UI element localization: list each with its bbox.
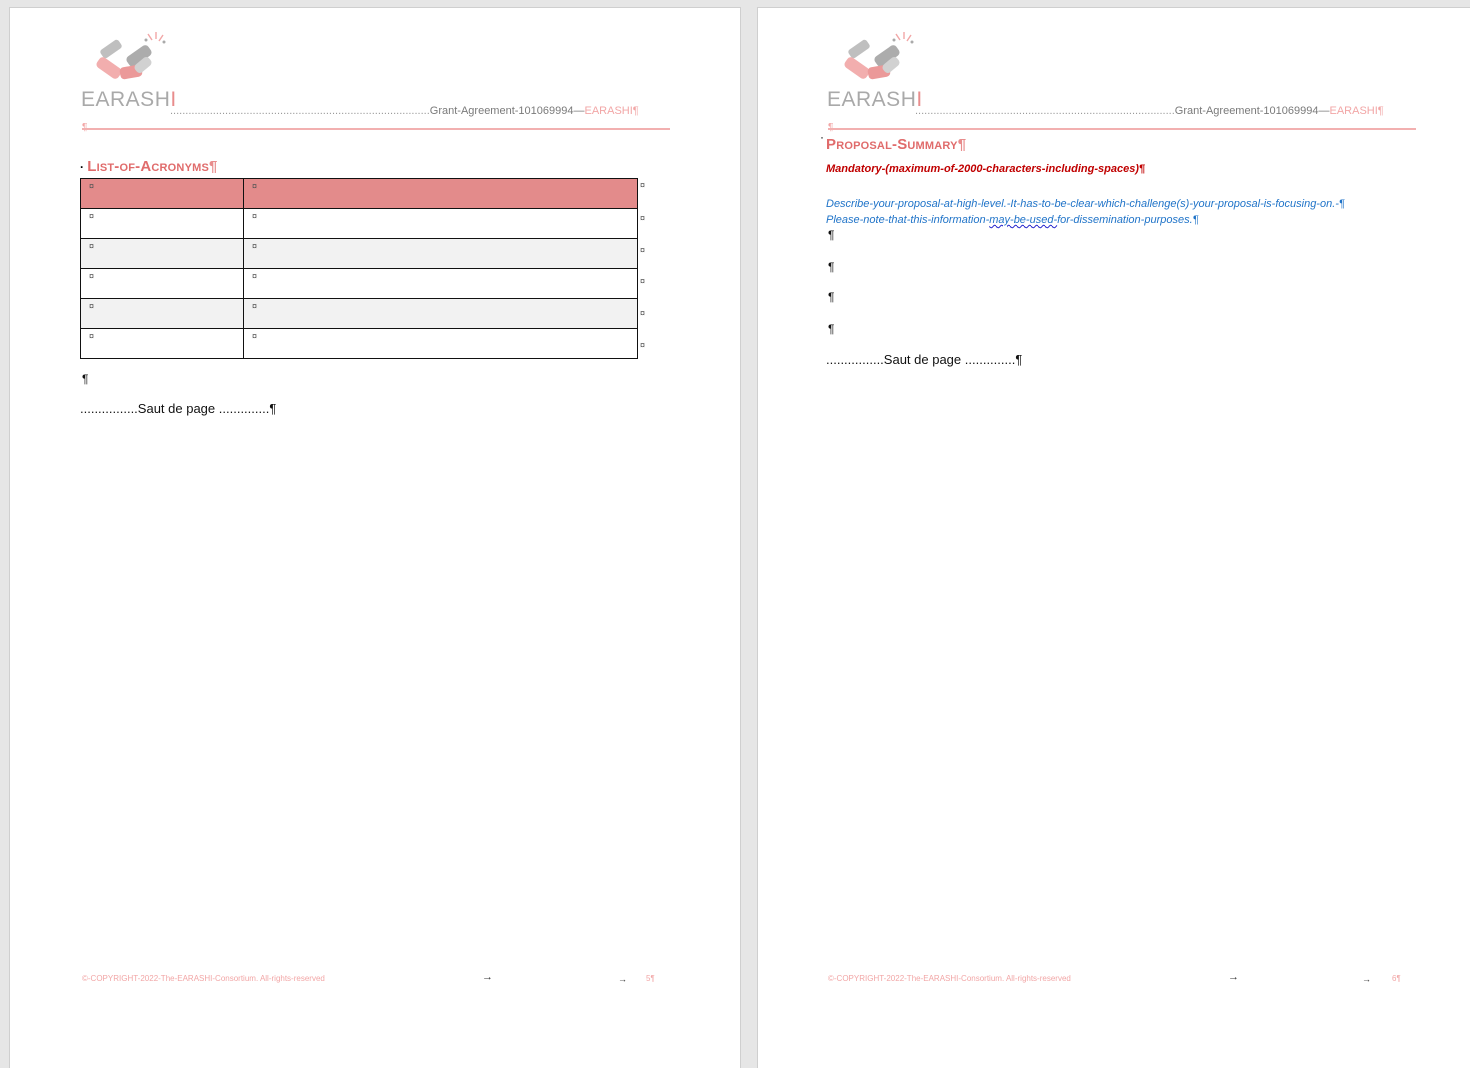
table-cell[interactable]: ¤ xyxy=(80,268,244,299)
table-row[interactable]: ¤ ¤ xyxy=(80,298,638,329)
handshake-logo-icon xyxy=(96,32,166,80)
table-cell[interactable]: ¤ xyxy=(243,298,638,329)
table-row[interactable]: ¤ ¤ xyxy=(80,238,638,269)
footer-tab-arrow: → xyxy=(1362,974,1371,984)
table-cell[interactable]: ¤ xyxy=(80,328,244,359)
header-rule xyxy=(82,128,670,130)
project-name: EARASHI¶ xyxy=(584,105,639,117)
handshake-logo-icon xyxy=(844,32,914,80)
footer-tab-arrow: → xyxy=(482,971,493,983)
table-cell[interactable]: ¤ xyxy=(80,298,244,329)
instructions-line-2: Please-note-that-this-information-may-be… xyxy=(826,214,1199,226)
document-page-5: EARASHI ................................… xyxy=(10,8,740,1068)
document-page-6: EARASHI ................................… xyxy=(758,8,1470,1068)
project-name: EARASHI¶ xyxy=(1329,105,1384,117)
empty-paragraph[interactable]: ¶ xyxy=(828,260,834,274)
footer-tab-arrow: → xyxy=(618,974,627,984)
row-end-mark: ¤ xyxy=(640,340,646,350)
proposal-summary-heading[interactable]: Proposal-Summary¶ xyxy=(826,136,966,153)
table-cell[interactable]: ¤ xyxy=(243,268,638,299)
table-cell[interactable]: ¤ xyxy=(80,238,244,269)
instructions-text[interactable]: Describe-your-proposal-at-high-level.-It… xyxy=(826,196,1345,228)
instructions-line-1: Describe-your-proposal-at-high-level.-It… xyxy=(826,198,1345,210)
row-end-mark: ¤ xyxy=(640,180,646,190)
page-break-marker[interactable]: ................Saut de page ...........… xyxy=(826,352,1022,367)
table-cell[interactable]: ¤ xyxy=(80,178,244,209)
table-row[interactable]: ¤ ¤ xyxy=(80,208,638,239)
paragraph-mark[interactable]: ¶ xyxy=(82,372,88,386)
section-anchor-mark: · xyxy=(820,130,824,144)
header-grant-line: ........................................… xyxy=(915,105,1384,117)
table-cell[interactable]: ¤ xyxy=(80,208,244,239)
row-end-mark: ¤ xyxy=(640,245,646,255)
footer-tab-arrow: → xyxy=(1228,971,1239,983)
earashi-wordmark: EARASHI xyxy=(81,88,177,111)
empty-paragraph[interactable]: ¶ xyxy=(828,322,834,336)
empty-paragraph[interactable]: ¶ xyxy=(828,228,834,242)
mandatory-note[interactable]: Mandatory-(maximum-of-2000-characters-in… xyxy=(826,163,1145,175)
empty-paragraph[interactable]: ¶ xyxy=(828,290,834,304)
table-cell[interactable]: ¤ xyxy=(243,178,638,209)
row-end-mark: ¤ xyxy=(640,213,646,223)
page-number: 5¶ xyxy=(646,974,655,983)
table-row[interactable]: ¤ ¤ xyxy=(80,328,638,359)
grant-agreement-text: Grant-Agreement-101069994— xyxy=(1174,105,1330,117)
page-break-marker[interactable]: ................Saut de page ...........… xyxy=(80,401,276,416)
spellcheck-underline[interactable]: may-be-used- xyxy=(989,214,1057,226)
list-of-acronyms-heading[interactable]: · List-of-Acronyms¶ xyxy=(80,158,218,175)
table-cell[interactable]: ¤ xyxy=(243,238,638,269)
table-cell[interactable]: ¤ xyxy=(243,208,638,239)
footer-copyright: ©-COPYRIGHT-2022-The-EARASHI-Consortium.… xyxy=(828,974,1071,983)
table-row[interactable]: ¤ ¤ xyxy=(80,268,638,299)
grant-agreement-text: Grant-Agreement-101069994— xyxy=(429,105,585,117)
header-grant-line: ........................................… xyxy=(170,105,639,117)
earashi-wordmark: EARASHI xyxy=(827,88,923,111)
table-cell[interactable]: ¤ xyxy=(243,328,638,359)
page-number: 6¶ xyxy=(1392,974,1401,983)
footer-copyright: ©-COPYRIGHT-2022-The-EARASHI-Consortium.… xyxy=(82,974,325,983)
acronyms-table[interactable]: ¤ ¤ ¤ ¤ ¤ ¤ ¤ ¤ ¤ ¤ ¤ ¤ xyxy=(80,178,638,359)
table-row[interactable]: ¤ ¤ xyxy=(80,178,638,209)
header-rule xyxy=(828,128,1416,130)
row-end-mark: ¤ xyxy=(640,308,646,318)
row-end-mark: ¤ xyxy=(640,276,646,286)
